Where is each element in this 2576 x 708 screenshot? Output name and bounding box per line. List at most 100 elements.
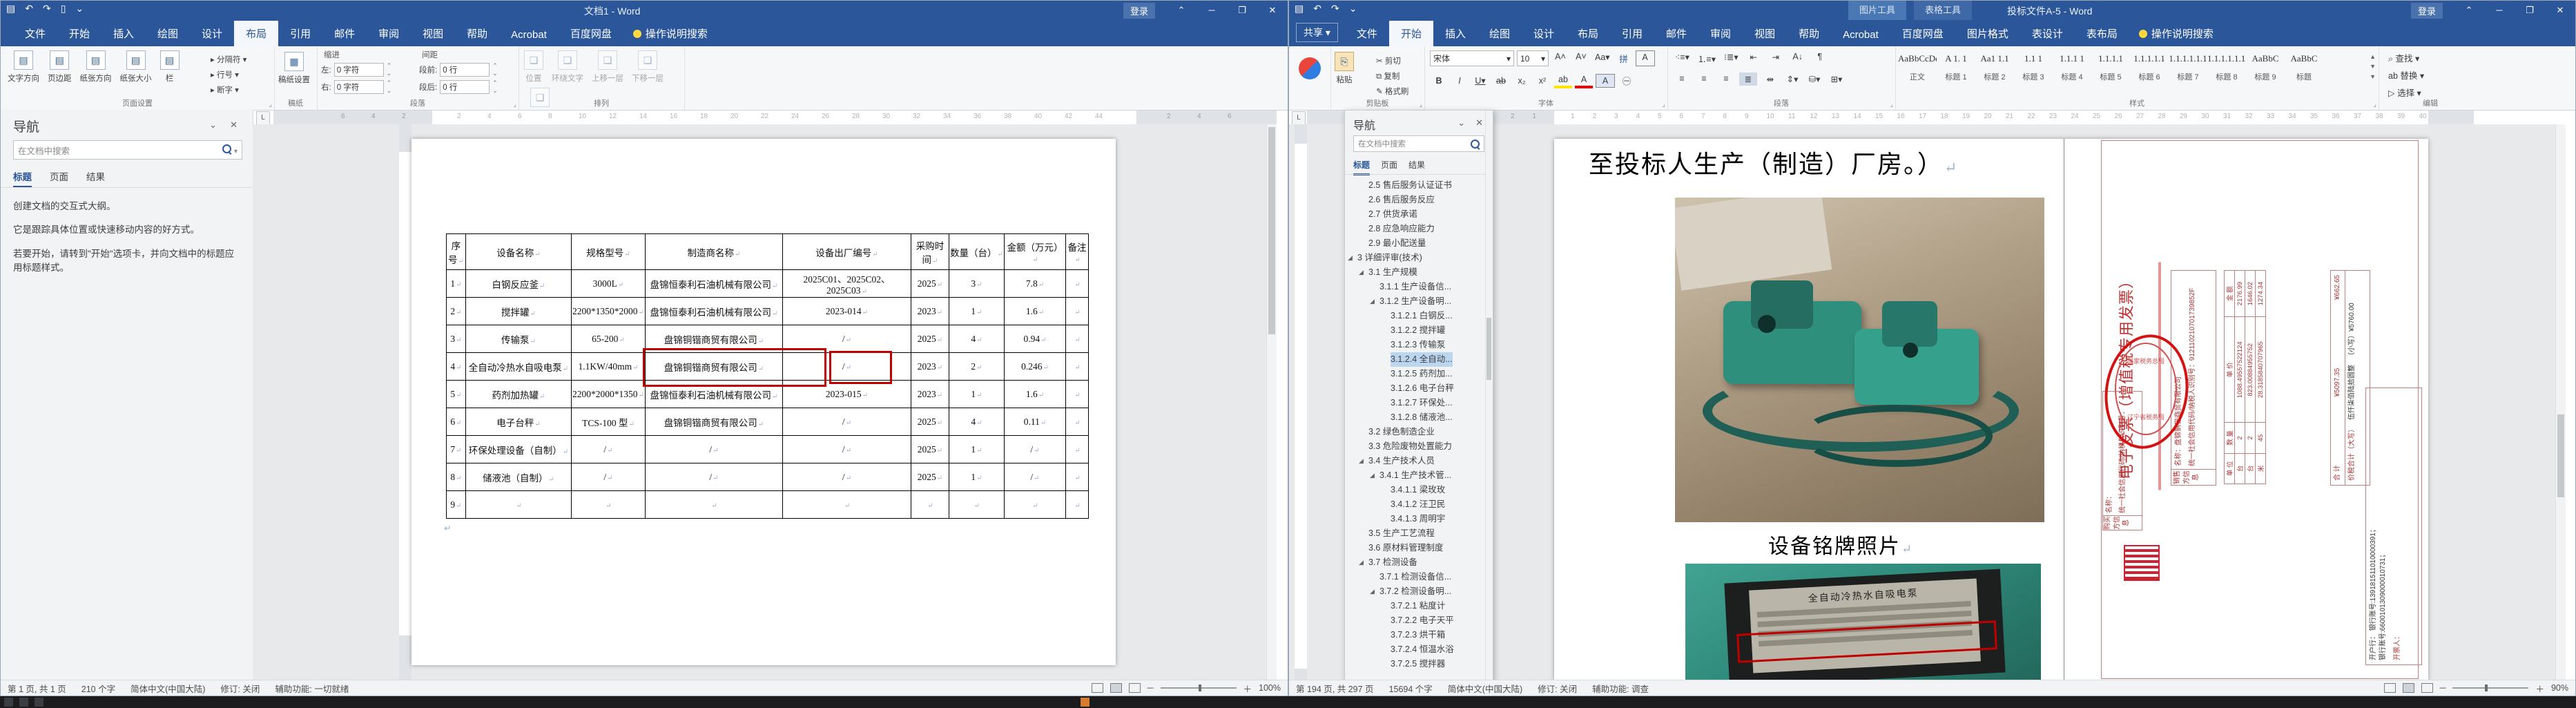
table-cell[interactable]: ↵ [571, 490, 646, 519]
table-cell[interactable]: ↵ [1065, 380, 1089, 408]
outline-item[interactable]: ◢ 3.1 生产规模 [1345, 265, 1486, 280]
table-cell[interactable]: ↵ [949, 490, 1005, 519]
table-cell[interactable]: 盘锦铜锴商贸有限公司↵ [645, 408, 783, 436]
dialog-launcher-icon[interactable]: ⌟ [1662, 101, 1665, 108]
table-cell[interactable]: 3↵ [446, 325, 466, 353]
zoom-in-button[interactable]: ＋ [1243, 682, 1252, 695]
web-layout-icon[interactable] [1128, 683, 1141, 693]
show-marks-button[interactable]: ¶ [1811, 50, 1829, 66]
nav-tab-headings[interactable]: 标题 [13, 169, 32, 188]
shading-button[interactable]: ⛁▾ [1805, 73, 1823, 86]
zoom-out-button[interactable]: ─ [2440, 683, 2446, 693]
close-button[interactable]: ✕ [2545, 1, 2575, 20]
table-cell[interactable]: ↵ [465, 490, 572, 519]
ribbon-tab-开始[interactable]: 开始 [1388, 21, 1433, 46]
table-cell[interactable]: 全自动冷热水自吸电泵↵ [465, 352, 572, 381]
manuscript-setup-button[interactable]: ▦ 稿纸设置 [274, 48, 314, 85]
nav-tab-pages[interactable]: 页面 [50, 169, 68, 188]
style-item-标题 7[interactable]: 1.1.1.1.1.1 标题 7 [2169, 48, 2207, 82]
ribbon-tab-引用[interactable]: 引用 [1610, 21, 1654, 46]
save-icon[interactable]: ▤ [1295, 3, 1304, 15]
table-cell[interactable]: 1↵ [949, 380, 1005, 408]
table-cell[interactable]: /↵ [782, 435, 911, 463]
ribbon-tab-Acrobat[interactable]: Acrobat [499, 23, 559, 46]
doc-heading[interactable]: 至投标人生产（制造）厂房。）↵ [1589, 144, 1958, 180]
outline-item[interactable]: 3.1.2.7 环保处... [1345, 396, 1486, 410]
table-cell[interactable]: 1.1KW/40mm↵ [571, 352, 646, 381]
table-cell[interactable]: ↵ [1004, 490, 1066, 519]
italic-button[interactable]: I [1451, 75, 1469, 87]
status-item[interactable]: 辅助功能: 调查 [1592, 682, 1649, 695]
shrink-font-button[interactable]: A˅ [1572, 50, 1590, 66]
table-cell[interactable]: 1.6↵ [1004, 380, 1066, 408]
doc-icon[interactable]: ▯ [61, 3, 66, 15]
table-cell[interactable]: 2200*1350*2000↵ [571, 297, 646, 325]
taskbar-app-icon[interactable] [19, 698, 28, 707]
table-cell[interactable]: ↵ [1065, 463, 1089, 491]
close-button[interactable]: ✕ [1257, 1, 1288, 20]
taskbar-start-icon[interactable] [4, 698, 13, 707]
undo-icon[interactable]: ↶ [1313, 3, 1321, 15]
table-cell[interactable]: 白钢反应釜↵ [465, 269, 572, 298]
document-page[interactable]: 序号↵ 设备名称↵ 规格型号↵ 制造商名称↵ 设备出厂编号↵ 采购时间↵ 数量（台）↵ 金额（… [411, 139, 1116, 665]
context-tool-table[interactable]: 表格工具 [1914, 1, 1973, 20]
ribbon-tab-表设计[interactable]: 表设计 [2020, 21, 2075, 46]
ribbon-tab-布局[interactable]: 布局 [234, 21, 279, 46]
table-cell[interactable]: 2↵ [446, 297, 466, 325]
multilevel-list-button[interactable]: ⁝≣▾ [1722, 50, 1741, 66]
borders-button[interactable]: ⊞▾ [1828, 73, 1846, 86]
align-center-button[interactable]: ≡ [1695, 73, 1713, 86]
style-item-标题 2[interactable]: Aa1 1.1 标题 2 [1975, 48, 2014, 82]
horizontal-ruler[interactable]: 6 4 2 2 4 6 8 10 12 14 16 18 20 22 24 26 28 30 32 34 36 38 40 4… [273, 111, 1277, 124]
search-input[interactable]: 在文档中搜索 [1353, 135, 1484, 152]
table-cell[interactable]: 传输泵↵ [465, 325, 572, 353]
layout-button-纸张大小[interactable]: ▤ 纸张大小 [116, 46, 156, 84]
outline-item[interactable]: 3.7.1 检测设备信... [1345, 570, 1486, 584]
style-item-标题 5[interactable]: 1.1.1.1 标题 5 [2091, 48, 2130, 82]
zoom-in-button[interactable]: ＋ [2535, 682, 2544, 695]
vertical-ruler[interactable] [1295, 124, 1307, 681]
taskbar-app-icon[interactable] [35, 698, 43, 707]
table-cell[interactable]: 2025↵ [911, 408, 949, 436]
dialog-launcher-icon[interactable]: ⌟ [269, 101, 272, 108]
minimize-button[interactable]: ─ [2484, 1, 2515, 20]
outline-item[interactable]: ◢ 3 详细评审(技术) [1345, 251, 1486, 265]
table-cell[interactable]: 环保处理设备（自制）↵ [465, 435, 572, 463]
collapse-triangle-icon[interactable]: ◢ [1348, 251, 1353, 265]
tell-me-search[interactable]: 操作说明搜索 [2129, 21, 2223, 46]
nav-tab-pages[interactable]: 页面 [1381, 159, 1397, 175]
numbering-button[interactable]: ⒈≡▾ [1696, 50, 1718, 66]
arrange-button-环绕文字[interactable]: ❏ 环绕文字 [548, 46, 588, 84]
outline-item[interactable]: 2.5 售后服务认证证书 [1345, 178, 1486, 193]
outline-item[interactable]: 3.1.2.8 储液池... [1345, 410, 1486, 425]
qat-caret-icon[interactable]: ⌄ [75, 3, 84, 15]
table-cell[interactable]: 2025C01、2025C02、2025C03↵ [782, 269, 911, 298]
arrange-button-位置[interactable]: ❏ 位置 [520, 46, 548, 84]
table-cell[interactable]: 0.11↵ [1004, 408, 1066, 436]
status-item[interactable]: 辅助功能: 一切就绪 [275, 682, 349, 695]
table-cell[interactable]: 8↵ [446, 463, 466, 491]
ribbon-tab-插入[interactable]: 插入 [1433, 21, 1478, 46]
status-item[interactable]: 简体中文(中国大陆) [1448, 682, 1522, 695]
ribbon-tab-百度网盘[interactable]: 百度网盘 [1890, 21, 1955, 46]
outline-item[interactable]: 3.7.2.5 搅拌器 [1345, 657, 1486, 671]
style-item-标题 4[interactable]: 1.1.1 1 标题 4 [2053, 48, 2091, 82]
table-cell[interactable]: 1.6↵ [1004, 297, 1066, 325]
table-cell[interactable]: 3↵ [949, 269, 1005, 298]
outline-item[interactable]: 3.1.2.1 白钢反... [1345, 309, 1486, 323]
collapse-triangle-icon[interactable]: ◢ [1359, 555, 1364, 570]
collapse-triangle-icon[interactable]: ◢ [1370, 294, 1375, 309]
ribbon-tab-开始[interactable]: 开始 [57, 21, 101, 46]
table-cell[interactable]: ↵ [911, 490, 949, 519]
redo-icon[interactable]: ↷ [1331, 3, 1339, 15]
ribbon-tab-设计[interactable]: 设计 [190, 21, 234, 46]
redo-icon[interactable]: ↷ [43, 3, 51, 15]
ribbon-tab-插入[interactable]: 插入 [101, 21, 146, 46]
table-row[interactable]: 2↵ 搅拌罐↵ 2200*1350*2000↵ 盘锦恒泰利石油机械有限公司↵ 2023-… [446, 297, 1089, 325]
subscript-button[interactable]: x₂ [1513, 75, 1531, 87]
ribbon-tab-文件[interactable]: 文件 [1345, 21, 1389, 46]
strikethrough-button[interactable]: ab [1492, 75, 1510, 87]
table-cell[interactable]: ↵ [1065, 325, 1089, 353]
outline-item[interactable]: 2.8 应急响应能力 [1345, 222, 1486, 236]
ribbon-tab-审阅[interactable]: 审阅 [367, 21, 411, 46]
